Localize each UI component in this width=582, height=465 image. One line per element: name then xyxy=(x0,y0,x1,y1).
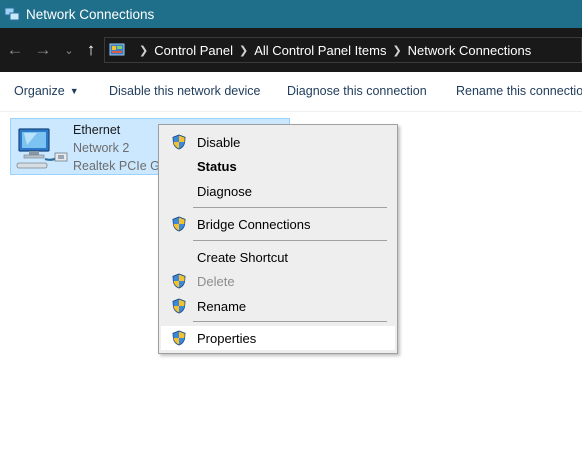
menu-item-status[interactable]: Status xyxy=(161,154,395,178)
chevron-down-icon: ⌄ xyxy=(64,44,74,57)
command-toolbar: Organize ▼ Disable this network device Di… xyxy=(0,72,582,112)
chevron-right-icon: ❯ xyxy=(139,44,149,57)
navigation-bar: ← → ⌄ ↑ ❯ Control Panel ❯ All Control Pa… xyxy=(0,28,582,72)
back-button[interactable]: ← xyxy=(4,28,26,72)
menu-item-label: Disable xyxy=(197,135,241,150)
menu-item-label: Status xyxy=(197,159,237,174)
uac-shield-icon xyxy=(172,216,186,232)
uac-shield-icon xyxy=(172,134,186,150)
menu-item-create-shortcut[interactable]: Create Shortcut xyxy=(161,245,395,269)
chevron-right-icon: ❯ xyxy=(392,44,402,57)
title-bar: Network Connections xyxy=(0,0,582,28)
menu-item-label: Bridge Connections xyxy=(197,217,311,232)
control-panel-icon xyxy=(109,43,125,56)
menu-item-label: Create Shortcut xyxy=(197,250,289,265)
menu-item-diagnose[interactable]: Diagnose xyxy=(161,179,395,203)
menu-item-label: Rename xyxy=(197,299,247,314)
disable-device-button[interactable]: Disable this network device xyxy=(109,84,260,98)
menu-item-disable[interactable]: Disable xyxy=(161,130,395,154)
arrow-right-icon: → xyxy=(34,40,52,59)
adapter-name: Ethernet xyxy=(73,123,121,137)
network-adapter-icon xyxy=(16,128,68,169)
menu-separator xyxy=(193,240,387,241)
organize-label: Organize xyxy=(14,84,65,98)
menu-item-delete[interactable]: Delete xyxy=(161,269,395,293)
arrow-left-icon: ← xyxy=(6,40,24,59)
up-button[interactable]: ↑ xyxy=(80,28,102,72)
diagnose-connection-button[interactable]: Diagnose this connection xyxy=(287,84,427,98)
recent-locations-button[interactable]: ⌄ xyxy=(61,28,77,72)
uac-shield-icon xyxy=(172,298,186,314)
menu-item-rename[interactable]: Rename xyxy=(161,294,395,318)
forward-button[interactable]: → xyxy=(32,28,54,72)
arrow-up-icon: ↑ xyxy=(86,40,96,59)
address-bar[interactable]: ❯ Control Panel ❯ All Control Panel Item… xyxy=(104,37,582,63)
organize-button[interactable]: Organize ▼ xyxy=(14,84,79,98)
network-connections-icon xyxy=(4,7,20,21)
rename-connection-button[interactable]: Rename this connection xyxy=(456,84,582,98)
breadcrumb-all-items[interactable]: All Control Panel Items xyxy=(254,43,386,58)
breadcrumb-control-panel[interactable]: Control Panel xyxy=(154,43,233,58)
menu-separator xyxy=(193,321,387,322)
breadcrumb-network-connections[interactable]: Network Connections xyxy=(408,43,532,58)
menu-item-label: Delete xyxy=(197,274,235,289)
adapter-network: Network 2 xyxy=(73,141,130,155)
window-title: Network Connections xyxy=(26,6,155,22)
menu-item-label: Diagnose xyxy=(197,184,252,199)
context-menu: Disable Status Diagnose Bridge Connectio… xyxy=(158,124,398,354)
caret-down-icon: ▼ xyxy=(69,86,79,96)
uac-shield-icon xyxy=(172,273,186,289)
chevron-right-icon: ❯ xyxy=(239,44,249,57)
menu-separator xyxy=(193,207,387,208)
menu-item-properties[interactable]: Properties xyxy=(161,326,395,350)
menu-item-label: Properties xyxy=(197,331,257,346)
menu-item-bridge-connections[interactable]: Bridge Connections xyxy=(161,212,395,236)
uac-shield-icon xyxy=(172,330,186,346)
